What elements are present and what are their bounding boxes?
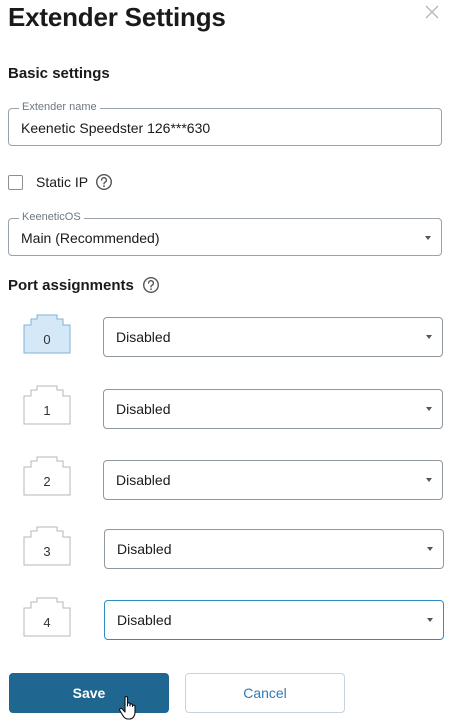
chevron-down-icon bbox=[426, 335, 432, 339]
static-ip-help-icon[interactable] bbox=[95, 173, 113, 191]
port-number: 3 bbox=[43, 544, 51, 559]
port-4-assignment-select[interactable]: Disabled bbox=[104, 600, 444, 640]
port-assignments-help-icon[interactable] bbox=[142, 276, 160, 294]
port-0-assignment-value: Disabled bbox=[116, 329, 171, 345]
chevron-down-icon bbox=[425, 236, 431, 240]
port-assignments-heading: Port assignments bbox=[8, 277, 134, 294]
extender-name-value: Keenetic Speedster 126***630 bbox=[21, 120, 211, 136]
chevron-down-icon bbox=[427, 547, 433, 551]
port-number: 0 bbox=[43, 332, 51, 347]
port-number: 2 bbox=[43, 474, 51, 489]
port-1-assignment-select[interactable]: Disabled bbox=[103, 389, 443, 429]
port-number: 4 bbox=[43, 615, 51, 630]
port-1-assignment-value: Disabled bbox=[116, 401, 171, 417]
basic-settings-heading: Basic settings bbox=[8, 65, 110, 82]
page-title: Extender Settings bbox=[8, 2, 226, 32]
static-ip-checkbox[interactable] bbox=[8, 175, 23, 190]
extender-name-label: Extender name bbox=[19, 101, 100, 113]
cancel-button[interactable]: Cancel bbox=[185, 673, 345, 713]
close-icon[interactable] bbox=[423, 3, 441, 21]
keeneticos-value: Main (Recommended) bbox=[21, 230, 160, 246]
chevron-down-icon bbox=[427, 618, 433, 622]
port-number: 1 bbox=[43, 403, 51, 418]
port-3-assignment-select[interactable]: Disabled bbox=[104, 529, 444, 569]
port-3-assignment-value: Disabled bbox=[117, 541, 172, 557]
keeneticos-select[interactable]: KeeneticOS Main (Recommended) bbox=[8, 211, 442, 256]
port-4-assignment-value: Disabled bbox=[117, 612, 172, 628]
save-button[interactable]: Save bbox=[9, 673, 169, 713]
static-ip-label: Static IP bbox=[36, 174, 89, 190]
keeneticos-label: KeeneticOS bbox=[19, 211, 84, 223]
port-0-assignment-select[interactable]: Disabled bbox=[103, 317, 443, 357]
extender-name-field[interactable]: Extender name Keenetic Speedster 126***6… bbox=[8, 101, 442, 146]
chevron-down-icon bbox=[426, 478, 432, 482]
port-2-assignment-value: Disabled bbox=[116, 472, 171, 488]
port-2-assignment-select[interactable]: Disabled bbox=[103, 460, 443, 500]
chevron-down-icon bbox=[426, 407, 432, 411]
